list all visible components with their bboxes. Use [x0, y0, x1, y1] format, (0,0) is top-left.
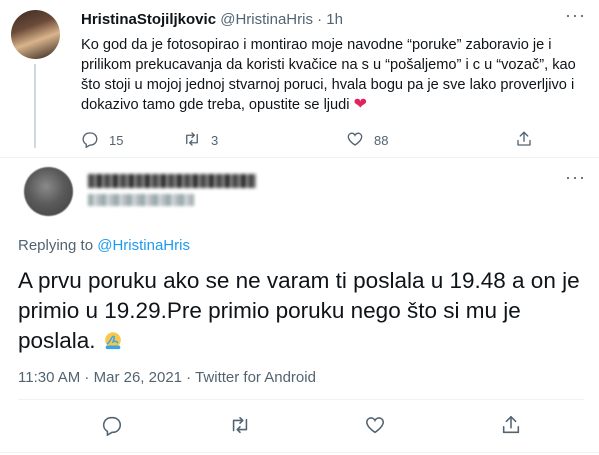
- like-icon: [346, 130, 364, 151]
- tweet-actions: 15 3 88: [81, 130, 561, 150]
- reply-icon: [81, 130, 99, 151]
- tweet-text: A prvu poruku ako se ne varam ti poslala…: [18, 266, 583, 356]
- reply-icon[interactable]: [101, 414, 123, 437]
- meta-separator: ·: [182, 369, 196, 386]
- like-count: 88: [374, 133, 389, 148]
- facepalm-emoji: [102, 329, 124, 351]
- heart-emoji: ❤: [353, 96, 367, 113]
- header-separator: ·: [317, 11, 323, 28]
- retweet-icon: [183, 130, 201, 151]
- like-button[interactable]: 88: [346, 130, 388, 151]
- tweet-text: Ko god da je fotosopirao i montirao moje…: [81, 35, 586, 115]
- divider: [0, 452, 599, 453]
- author-avatar[interactable]: [11, 10, 60, 59]
- time-ago[interactable]: 1h: [326, 11, 343, 28]
- display-name[interactable]: HristinaStojiljkovic: [81, 11, 216, 28]
- blurred-handle: [88, 194, 194, 206]
- replying-to-prefix: Replying to: [18, 237, 98, 254]
- tweet-text-content: Ko god da je fotosopirao i montirao moje…: [81, 37, 576, 113]
- tweet-actions: [18, 414, 584, 440]
- tweet-time[interactable]: 11:30 AM: [18, 369, 80, 386]
- divider: [18, 399, 584, 400]
- retweet-icon[interactable]: [229, 414, 251, 436]
- tweet-date[interactable]: Mar 26, 2021: [94, 369, 182, 386]
- replying-to: Replying to @HristinaHris: [18, 237, 190, 254]
- tweet-header: HristinaStojiljkovic @HristinaHris · 1h: [81, 11, 343, 28]
- meta-separator: ·: [80, 369, 94, 386]
- reply-count: 15: [109, 133, 124, 148]
- like-icon[interactable]: [364, 414, 386, 436]
- more-icon[interactable]: ···: [565, 6, 585, 28]
- share-icon: [515, 130, 533, 151]
- retweet-button[interactable]: 3: [183, 130, 218, 151]
- author-avatar-blurred[interactable]: [24, 167, 73, 216]
- retweet-count: 3: [211, 133, 219, 148]
- more-icon[interactable]: ···: [565, 168, 585, 190]
- user-handle[interactable]: @HristinaHris: [220, 11, 313, 28]
- blurred-display-name: [88, 174, 256, 188]
- share-icon[interactable]: [500, 414, 522, 436]
- share-button[interactable]: [515, 130, 533, 151]
- tweet-meta: 11:30 AM · Mar 26, 2021 · Twitter for An…: [18, 369, 316, 386]
- divider: [0, 157, 599, 158]
- thread-connector-line: [34, 64, 36, 148]
- reply-button[interactable]: 15: [81, 130, 123, 151]
- tweet-source[interactable]: Twitter for Android: [195, 369, 316, 386]
- replying-to-link[interactable]: @HristinaHris: [97, 237, 190, 254]
